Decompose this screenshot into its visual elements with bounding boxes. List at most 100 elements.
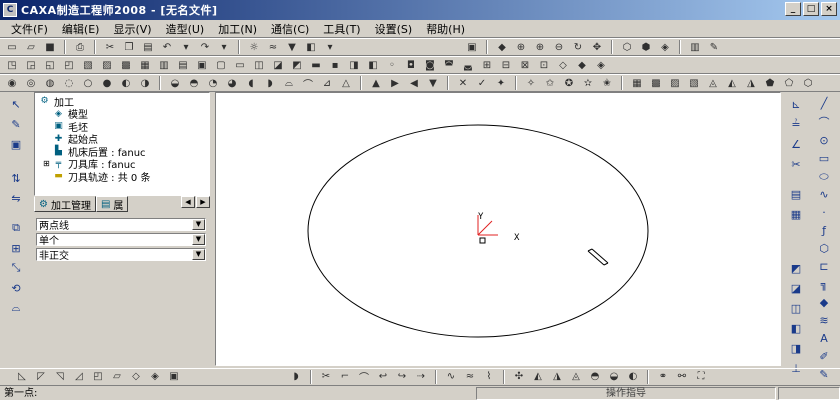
ortho-mode-select[interactable]: 非正交 ▼: [36, 248, 206, 262]
menu-help[interactable]: 帮助(H): [419, 21, 472, 37]
scale-icon[interactable]: ⤡: [7, 260, 25, 276]
feature-10-icon[interactable]: ◓: [186, 76, 202, 90]
filter-icon[interactable]: ▼: [284, 40, 300, 54]
menu-view[interactable]: 显示(V): [106, 21, 158, 37]
tool-c-icon[interactable]: ◱: [42, 58, 58, 72]
spline-icon[interactable]: ∿: [815, 187, 833, 202]
feature-38-icon[interactable]: ⬟: [762, 76, 778, 90]
feature-2-icon[interactable]: ◎: [23, 76, 39, 90]
menu-file[interactable]: 文件(F): [4, 21, 55, 37]
property-icon[interactable]: ✎: [706, 40, 722, 54]
bottom-4-icon[interactable]: ◿: [71, 370, 87, 384]
circle-icon[interactable]: ⊙: [815, 133, 833, 148]
tool-a-icon[interactable]: ◳: [4, 58, 20, 72]
bottom-28-icon[interactable]: ⛶: [693, 370, 709, 384]
trim-icon[interactable]: ✂: [787, 156, 805, 172]
menu-modeling[interactable]: 造型(U): [159, 21, 212, 37]
bottom-3-icon[interactable]: ◹: [52, 370, 68, 384]
feature-32-icon[interactable]: ▩: [648, 76, 664, 90]
feature-8-icon[interactable]: ◑: [137, 76, 153, 90]
dimension-icon[interactable]: ⊾: [787, 96, 805, 112]
tool-r-icon[interactable]: ▪: [327, 58, 343, 72]
tool-h-icon[interactable]: ▦: [137, 58, 153, 72]
feature-29-icon[interactable]: ✫: [580, 76, 596, 90]
chevron-down-icon[interactable]: ▼: [192, 219, 205, 230]
minimize-button[interactable]: _: [785, 2, 801, 16]
text-icon[interactable]: A: [815, 331, 833, 346]
menu-communication[interactable]: 通信(C): [264, 21, 316, 37]
feature-20-icon[interactable]: ▶: [387, 76, 403, 90]
feature-26-icon[interactable]: ✧: [523, 76, 539, 90]
line-icon[interactable]: ╱: [815, 96, 833, 111]
bottom-17-icon[interactable]: ≈: [462, 370, 478, 384]
array-icon[interactable]: ⊞: [7, 240, 25, 256]
count-mode-select[interactable]: 单个 ▼: [36, 233, 206, 247]
transform-icon[interactable]: ⇅: [7, 170, 25, 186]
bottom-24-icon[interactable]: ◒: [606, 370, 622, 384]
line-mode-select[interactable]: 两点线 ▼: [36, 218, 206, 232]
tool-af-icon[interactable]: ◈: [593, 58, 609, 72]
open-file-icon[interactable]: ▱: [23, 40, 39, 54]
copy-tool-icon[interactable]: ⧉: [7, 220, 25, 236]
bottom-5-icon[interactable]: ◰: [90, 370, 106, 384]
menu-edit[interactable]: 编辑(E): [55, 21, 107, 37]
pencil-icon[interactable]: ✎: [7, 116, 25, 132]
rotate-icon[interactable]: ↻: [570, 40, 586, 54]
tool-u-icon[interactable]: ◦: [384, 58, 400, 72]
rectangle-icon[interactable]: ▭: [815, 151, 833, 166]
copy-icon[interactable]: ❐: [121, 40, 137, 54]
feature-18-icon[interactable]: △: [338, 76, 354, 90]
measure-icon[interactable]: ≟: [787, 116, 805, 132]
tab-scroll-left-icon[interactable]: ◀: [181, 196, 195, 208]
feature-13-icon[interactable]: ◖: [243, 76, 259, 90]
bottom-10-icon[interactable]: ✂: [318, 370, 334, 384]
tool-g-icon[interactable]: ▩: [118, 58, 134, 72]
feature-31-icon[interactable]: ▦: [629, 76, 645, 90]
feature-30-icon[interactable]: ✬: [599, 76, 615, 90]
bottom-26-icon[interactable]: ⚭: [655, 370, 671, 384]
tool-k-icon[interactable]: ▣: [194, 58, 210, 72]
color-icon[interactable]: ◧: [303, 40, 319, 54]
menu-settings[interactable]: 设置(S): [368, 21, 420, 37]
save-icon[interactable]: ■: [42, 40, 58, 54]
bottom-22-icon[interactable]: ◬: [568, 370, 584, 384]
feature-25-icon[interactable]: ✦: [493, 76, 509, 90]
feature-33-icon[interactable]: ▨: [667, 76, 683, 90]
chevron-down-icon[interactable]: ▼: [192, 234, 205, 245]
tool-y-icon[interactable]: ◛: [460, 58, 476, 72]
shaded-icon[interactable]: ◈: [657, 40, 673, 54]
tool-ac-icon[interactable]: ⊡: [536, 58, 552, 72]
tool-e-icon[interactable]: ▧: [80, 58, 96, 72]
tool-j-icon[interactable]: ▤: [175, 58, 191, 72]
close-button[interactable]: ×: [821, 2, 837, 16]
menu-machining[interactable]: 加工(N): [211, 21, 264, 37]
feature-27-icon[interactable]: ✩: [542, 76, 558, 90]
drawing-canvas[interactable]: Y X: [215, 92, 781, 366]
zoom-window-icon[interactable]: ⊕: [513, 40, 529, 54]
bottom-25-icon[interactable]: ◐: [625, 370, 641, 384]
feature-17-icon[interactable]: ⊿: [319, 76, 335, 90]
feature-19-icon[interactable]: ▲: [368, 76, 384, 90]
new-file-icon[interactable]: ▭: [4, 40, 20, 54]
feature-28-icon[interactable]: ✪: [561, 76, 577, 90]
tool-n-icon[interactable]: ◫: [251, 58, 267, 72]
zoom-out-icon[interactable]: ⊖: [551, 40, 567, 54]
layer-icon[interactable]: ▥: [687, 40, 703, 54]
tool-w-icon[interactable]: ◙: [422, 58, 438, 72]
bottom-12-icon[interactable]: ⌒: [356, 370, 372, 384]
tool-ab-icon[interactable]: ⊠: [517, 58, 533, 72]
light-icon[interactable]: ☼: [246, 40, 262, 54]
feature-7-icon[interactable]: ◐: [118, 76, 134, 90]
bottom-6-icon[interactable]: ▱: [109, 370, 125, 384]
tool-p-icon[interactable]: ◩: [289, 58, 305, 72]
doc-icon[interactable]: ▤: [787, 186, 805, 202]
tool-z-icon[interactable]: ⊞: [479, 58, 495, 72]
feature-6-icon[interactable]: ●: [99, 76, 115, 90]
arc-icon[interactable]: ⌒: [815, 114, 833, 130]
tree-root[interactable]: ⚙ 加工: [39, 95, 205, 109]
bottom-9-icon[interactable]: ▣: [166, 370, 182, 384]
tool-ae-icon[interactable]: ◆: [574, 58, 590, 72]
brush-icon[interactable]: ✐: [815, 349, 833, 364]
feature-23-icon[interactable]: ✕: [455, 76, 471, 90]
feature-34-icon[interactable]: ▧: [686, 76, 702, 90]
